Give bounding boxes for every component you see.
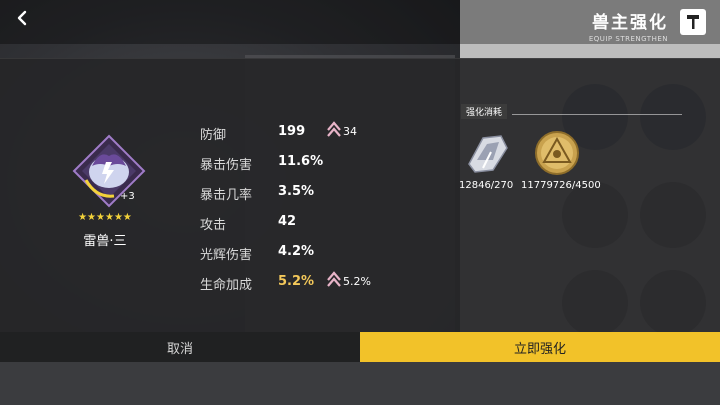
item-stars: ★★★★★★ [78, 212, 132, 223]
strengthen-now-button[interactable]: 立即强化 [360, 332, 720, 362]
stat-increase-value: 5.2% [343, 275, 371, 288]
stat-row-crit-damage: 暴击伤害 11.6% [200, 154, 460, 176]
stat-value: 5.2% [278, 274, 315, 289]
stat-increase: 34 [326, 120, 357, 138]
top-bar: 兽主强化 EQUIP STRENGTHEN [0, 0, 720, 44]
page-title: 兽主强化 [592, 13, 668, 33]
item-name: 雷兽·三 [83, 234, 127, 249]
increase-arrow-icon [327, 121, 341, 137]
dialog-divider [0, 58, 720, 59]
gold-coin-icon[interactable] [527, 128, 587, 178]
background-bottom-strip [0, 362, 720, 405]
cost-divider [512, 114, 682, 115]
increase-arrow-icon [327, 271, 341, 287]
cost-label: 强化消耗 [461, 104, 508, 119]
back-button[interactable] [6, 4, 38, 32]
cancel-button[interactable]: 取消 [0, 332, 360, 362]
silver-material-icon[interactable] [457, 128, 517, 178]
stat-label: 防御 [200, 128, 227, 143]
stat-value: 4.2% [278, 244, 315, 259]
stat-label: 生命加成 [200, 278, 253, 293]
stat-value: 11.6% [278, 154, 324, 169]
item-level: +3 [120, 191, 135, 202]
stat-row-radiance-damage: 光辉伤害 4.2% [200, 244, 460, 266]
page-subtitle: EQUIP STRENGTHEN [588, 35, 668, 43]
stat-value: 199 [278, 124, 306, 139]
stat-label: 暴击几率 [200, 188, 253, 203]
stat-row-attack: 攻击 42 [200, 214, 460, 236]
stat-row-hp-bonus: 生命加成 5.2% 5.2% [200, 271, 460, 296]
thunder-beast-icon [70, 132, 148, 210]
hammer-icon [680, 9, 706, 35]
silver-material-count: 12846/270 [459, 180, 514, 191]
stat-increase: 5.2% [326, 270, 371, 288]
back-arrow-icon [17, 10, 27, 26]
stat-row-defense: 防御 199 34 [200, 121, 460, 146]
stat-increase-value: 34 [343, 125, 357, 138]
stat-label: 暴击伤害 [200, 158, 253, 173]
stat-value: 42 [278, 214, 297, 229]
gold-coin-count: 11779726/4500 [521, 180, 601, 191]
title-block: 兽主强化 EQUIP STRENGTHEN [589, 8, 668, 43]
stat-label: 攻击 [200, 218, 227, 233]
stat-row-crit-rate: 暴击几率 3.5% [200, 184, 460, 206]
stat-label: 光辉伤害 [200, 248, 253, 263]
stat-value: 3.5% [278, 184, 315, 199]
